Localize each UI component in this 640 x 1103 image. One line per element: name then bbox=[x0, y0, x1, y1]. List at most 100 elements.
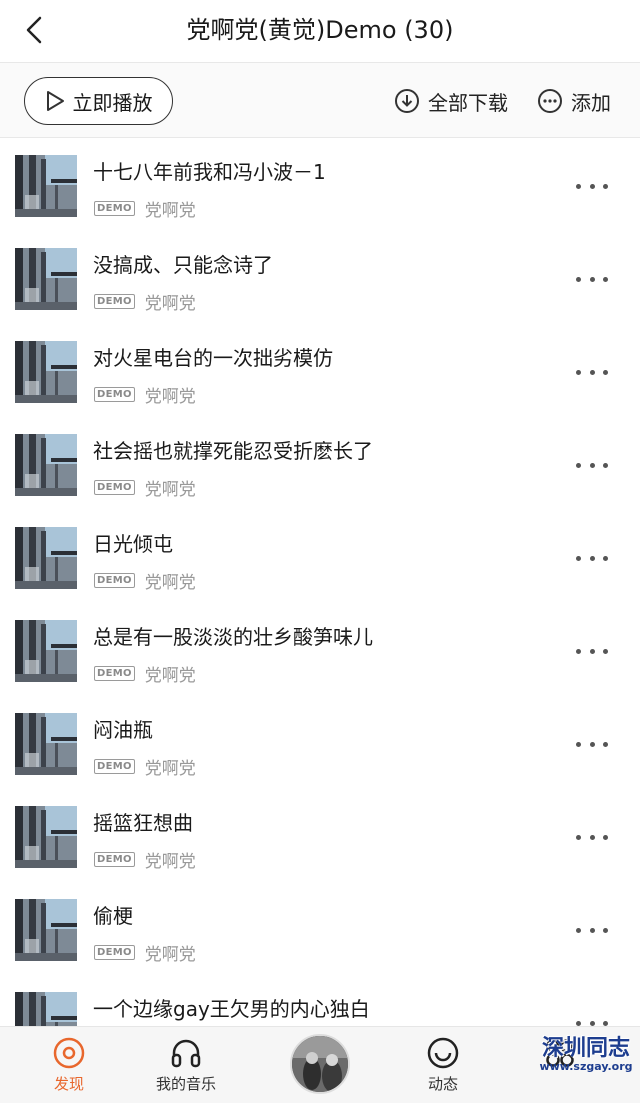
song-title: 闷油瓶 bbox=[93, 718, 153, 742]
song-row[interactable]: 没搞成、只能念诗了 DEMO 党啊党 bbox=[0, 243, 640, 336]
song-row[interactable]: 对火星电台的一次拙劣模仿 DEMO 党啊党 bbox=[0, 336, 640, 429]
more-options-button[interactable] bbox=[572, 360, 612, 384]
download-all-label: 全部下载 bbox=[428, 90, 508, 115]
more-dot-icon bbox=[603, 462, 608, 468]
song-row[interactable]: 偷梗 DEMO 党啊党 bbox=[0, 894, 640, 987]
more-options-button[interactable] bbox=[572, 267, 612, 291]
demo-badge: DEMO bbox=[94, 945, 135, 960]
now-playing-disc[interactable] bbox=[290, 1034, 350, 1094]
album-thumbnail-image bbox=[15, 899, 77, 961]
song-thumbnail bbox=[15, 713, 77, 775]
nav-my-music[interactable]: 我的音乐 bbox=[131, 1037, 241, 1094]
more-circle-icon bbox=[538, 89, 562, 113]
album-thumbnail-image bbox=[15, 155, 77, 217]
more-dot-icon bbox=[576, 369, 581, 375]
album-thumbnail-image bbox=[15, 806, 77, 868]
more-dot-icon bbox=[589, 741, 595, 747]
more-dot-icon bbox=[576, 183, 581, 189]
album-thumbnail-image bbox=[15, 620, 77, 682]
headphones-icon bbox=[171, 1039, 201, 1068]
demo-badge: DEMO bbox=[94, 573, 135, 588]
album-thumbnail-image bbox=[15, 713, 77, 775]
song-thumbnail bbox=[15, 248, 77, 310]
song-meta: DEMO 党啊党 bbox=[94, 661, 196, 686]
album-thumbnail-image bbox=[15, 434, 77, 496]
discover-icon bbox=[53, 1037, 85, 1069]
song-artist: 党啊党 bbox=[144, 759, 196, 779]
song-row[interactable]: 总是有一股淡淡的壮乡酸笋味儿 DEMO 党啊党 bbox=[0, 615, 640, 708]
song-meta: DEMO 党啊党 bbox=[94, 754, 196, 779]
song-artist: 党啊党 bbox=[144, 852, 196, 872]
download-all-button[interactable]: 全部下载 bbox=[394, 85, 508, 117]
nav-discover[interactable]: 发现 bbox=[14, 1037, 124, 1094]
song-list: 十七八年前我和冯小波－1 DEMO 党啊党 没搞成、只能念诗了 DEMO 党啊党 bbox=[0, 150, 640, 1080]
demo-badge: DEMO bbox=[94, 294, 135, 309]
more-dot-icon bbox=[589, 183, 595, 189]
demo-badge: DEMO bbox=[94, 201, 135, 216]
more-options-button[interactable] bbox=[572, 732, 612, 756]
add-button[interactable]: 添加 bbox=[537, 85, 611, 117]
song-thumbnail bbox=[15, 527, 77, 589]
song-thumbnail bbox=[15, 434, 77, 496]
song-meta: DEMO 党啊党 bbox=[94, 847, 196, 872]
watermark: 深圳同志 www.szgay.org bbox=[536, 1030, 636, 1073]
demo-badge: DEMO bbox=[94, 852, 135, 867]
more-dot-icon bbox=[576, 927, 581, 933]
play-all-button[interactable]: 立即播放 bbox=[24, 77, 173, 125]
album-thumbnail-image bbox=[15, 341, 77, 403]
song-thumbnail bbox=[15, 341, 77, 403]
song-title: 十七八年前我和冯小波－1 bbox=[93, 160, 326, 184]
more-dot-icon bbox=[603, 276, 608, 282]
song-row[interactable]: 十七八年前我和冯小波－1 DEMO 党啊党 bbox=[0, 150, 640, 243]
song-row[interactable]: 日光倾屯 DEMO 党啊党 bbox=[0, 522, 640, 615]
more-dot-icon bbox=[589, 276, 595, 282]
more-dot-icon bbox=[589, 555, 595, 561]
more-dot-icon bbox=[576, 1020, 581, 1026]
more-dot-icon bbox=[603, 183, 608, 189]
song-meta: DEMO 党啊党 bbox=[94, 940, 196, 965]
demo-badge: DEMO bbox=[94, 480, 135, 495]
song-title: 社会摇也就撑死能忍受折麽长了 bbox=[93, 439, 373, 463]
more-options-button[interactable] bbox=[572, 639, 612, 663]
nav-feed-label: 动态 bbox=[427, 1075, 458, 1093]
more-options-button[interactable] bbox=[572, 825, 612, 849]
more-dot-icon bbox=[589, 369, 595, 375]
more-dot-icon bbox=[576, 555, 581, 561]
song-row[interactable]: 闷油瓶 DEMO 党啊党 bbox=[0, 708, 640, 801]
feed-icon bbox=[427, 1037, 459, 1069]
song-title: 总是有一股淡淡的壮乡酸笋味儿 bbox=[93, 625, 373, 649]
album-cover-image bbox=[292, 1036, 348, 1092]
song-title: 没搞成、只能念诗了 bbox=[93, 253, 273, 277]
more-options-button[interactable] bbox=[572, 918, 612, 942]
song-thumbnail bbox=[15, 155, 77, 217]
song-meta: DEMO 党啊党 bbox=[94, 196, 196, 221]
more-dot-icon bbox=[576, 276, 581, 282]
play-all-label: 立即播放 bbox=[72, 90, 153, 115]
more-dot-icon bbox=[589, 648, 595, 654]
more-dot-icon bbox=[589, 834, 595, 840]
more-options-button[interactable] bbox=[572, 174, 612, 198]
more-dot-icon bbox=[603, 834, 608, 840]
page-title: 党啊党(黄觉)Demo (30) bbox=[186, 16, 454, 44]
song-meta: DEMO 党啊党 bbox=[94, 289, 196, 314]
song-meta: DEMO 党啊党 bbox=[94, 382, 196, 407]
song-meta: DEMO 党啊党 bbox=[94, 568, 196, 593]
more-dot-icon bbox=[589, 1020, 595, 1026]
nav-feed[interactable]: 动态 bbox=[388, 1037, 498, 1094]
more-dot-icon bbox=[576, 834, 581, 840]
nav-my-music-label: 我的音乐 bbox=[155, 1075, 216, 1093]
more-dot-icon bbox=[603, 369, 608, 375]
song-row[interactable]: 摇篮狂想曲 DEMO 党啊党 bbox=[0, 801, 640, 894]
song-thumbnail bbox=[15, 620, 77, 682]
song-title: 日光倾屯 bbox=[93, 532, 173, 556]
song-artist: 党啊党 bbox=[144, 480, 196, 500]
song-row[interactable]: 社会摇也就撑死能忍受折麽长了 DEMO 党啊党 bbox=[0, 429, 640, 522]
song-artist: 党啊党 bbox=[144, 387, 196, 407]
more-options-button[interactable] bbox=[572, 453, 612, 477]
more-dot-icon bbox=[589, 462, 595, 468]
more-dot-icon bbox=[576, 741, 581, 747]
song-title: 摇篮狂想曲 bbox=[93, 811, 193, 835]
watermark-text: 深圳同志 bbox=[541, 1035, 630, 1061]
more-options-button[interactable] bbox=[572, 546, 612, 570]
song-meta: DEMO 党啊党 bbox=[94, 475, 196, 500]
